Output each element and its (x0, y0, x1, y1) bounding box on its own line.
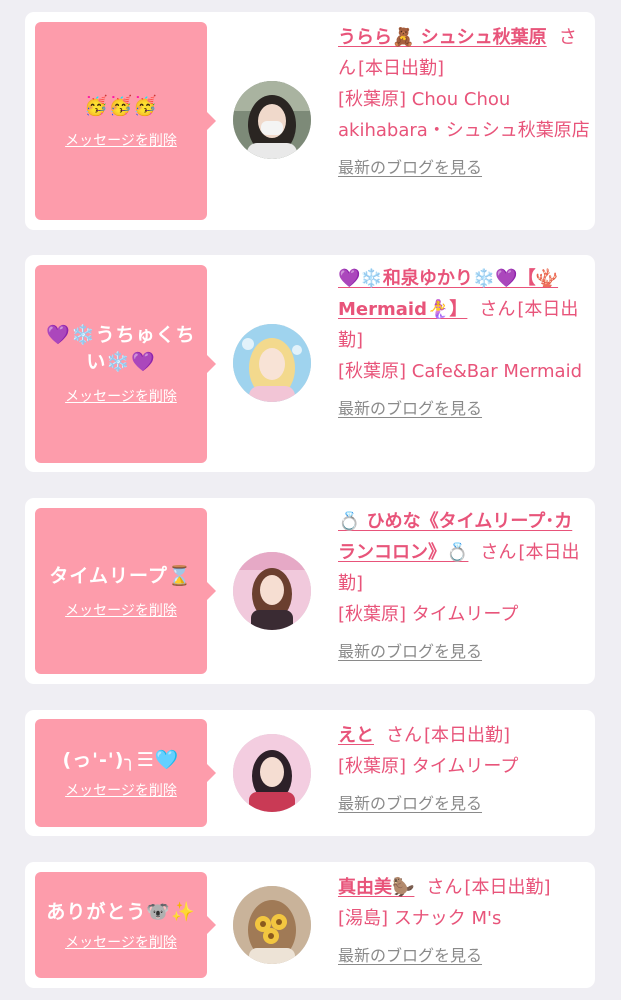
shop-name: [秋葉原] タイムリープ (338, 756, 519, 777)
honorific: さん (479, 299, 516, 320)
message-card: ありがとう🐨✨ メッセージを削除 真由美🦫 さん [本日出勤] [湯島] スナック … (25, 862, 595, 988)
cast-info: うらら🧸 シュシュ秋葉原 さん [本日出勤] [秋葉原] Chou Chou aki… (338, 22, 590, 182)
delete-message-link[interactable]: メッセージを削除 (65, 932, 177, 952)
shop-name: [湯島] スナック M's (338, 908, 502, 929)
message-bubble: (っ'-')╮☰🩵 メッセージを削除 (35, 719, 216, 827)
latest-blog-link[interactable]: 最新のブログを見る (338, 395, 590, 423)
message-card: タイムリープ⌛ メッセージを削除 💍 ひめな《タイムリープ･カランコロン》💍 さん… (25, 498, 595, 684)
avatar[interactable] (233, 886, 311, 964)
shop-name: [秋葉原] Chou Chou akihabara・シュシュ秋葉原店 (338, 89, 590, 141)
message-text: 💜❄️うちゅくちい❄️💜 (46, 324, 196, 373)
cast-info: 💍 ひめな《タイムリープ･カランコロン》💍 さん [本日出勤] [秋葉原] タイムリ… (338, 506, 590, 666)
cast-info: 真由美🦫 さん [本日出勤] [湯島] スナック M's 最新のブログを見る (338, 872, 590, 970)
message-text: (っ'-')╮☰🩵 (62, 748, 180, 771)
message-card: 🥳🥳🥳 メッセージを削除 うらら🧸 シュシュ秋葉原 さん [本日出勤] [秋葉原] … (25, 12, 595, 230)
cast-name-link[interactable]: えと (338, 725, 374, 746)
message-text: 🥳🥳🥳 (84, 94, 158, 117)
honorific: さん (480, 542, 517, 563)
message-card: (っ'-')╮☰🩵 メッセージを削除 えと さん [本日出勤] [秋葉原] タイムリ… (25, 710, 595, 836)
shop-name: [秋葉原] Cafe&Bar Mermaid (338, 361, 582, 382)
honorific: さん (426, 877, 463, 898)
avatar-photo (233, 734, 311, 812)
latest-blog-link[interactable]: 最新のブログを見る (338, 154, 590, 182)
message-bubble: ありがとう🐨✨ メッセージを削除 (35, 872, 216, 978)
message-card: 💜❄️うちゅくちい❄️💜 メッセージを削除 💜❄️和泉ゆかり❄️💜【🪸Merma… (25, 255, 595, 472)
avatar[interactable] (233, 552, 311, 630)
cast-info: 💜❄️和泉ゆかり❄️💜【🪸Mermaid🧜‍♀️】 さん [本日出勤] [秋葉原] … (338, 263, 590, 423)
avatar[interactable] (233, 324, 311, 402)
avatar-photo (233, 886, 311, 964)
cast-name-link[interactable]: うらら🧸 シュシュ秋葉原 (338, 27, 547, 48)
message-bubble: 🥳🥳🥳 メッセージを削除 (35, 22, 216, 220)
avatar-photo (233, 324, 311, 402)
avatar-photo (233, 81, 311, 159)
delete-message-link[interactable]: メッセージを削除 (65, 600, 177, 620)
message-list: 🥳🥳🥳 メッセージを削除 うらら🧸 シュシュ秋葉原 さん [本日出勤] [秋葉原] … (0, 0, 621, 1000)
attendance-status: [本日出勤] (424, 725, 511, 746)
avatar[interactable] (233, 81, 311, 159)
delete-message-link[interactable]: メッセージを削除 (65, 386, 177, 406)
delete-message-link[interactable]: メッセージを削除 (65, 130, 177, 150)
avatar[interactable] (233, 734, 311, 812)
shop-name: [秋葉原] タイムリープ (338, 604, 519, 625)
cast-info: えと さん [本日出勤] [秋葉原] タイムリープ 最新のブログを見る (338, 720, 590, 818)
delete-message-link[interactable]: メッセージを削除 (65, 780, 177, 800)
message-bubble: 💜❄️うちゅくちい❄️💜 メッセージを削除 (35, 265, 216, 463)
message-text: タイムリープ⌛ (49, 564, 193, 587)
message-text: ありがとう🐨✨ (46, 900, 196, 923)
message-bubble: タイムリープ⌛ メッセージを削除 (35, 508, 216, 674)
honorific: さん (386, 725, 422, 746)
attendance-status: [本日出勤] (464, 877, 551, 898)
cast-name-link[interactable]: 真由美🦫 (338, 877, 414, 898)
latest-blog-link[interactable]: 最新のブログを見る (338, 790, 590, 818)
latest-blog-link[interactable]: 最新のブログを見る (338, 638, 590, 666)
avatar-photo (233, 552, 311, 630)
latest-blog-link[interactable]: 最新のブログを見る (338, 942, 590, 970)
attendance-status: [本日出勤] (358, 58, 445, 79)
